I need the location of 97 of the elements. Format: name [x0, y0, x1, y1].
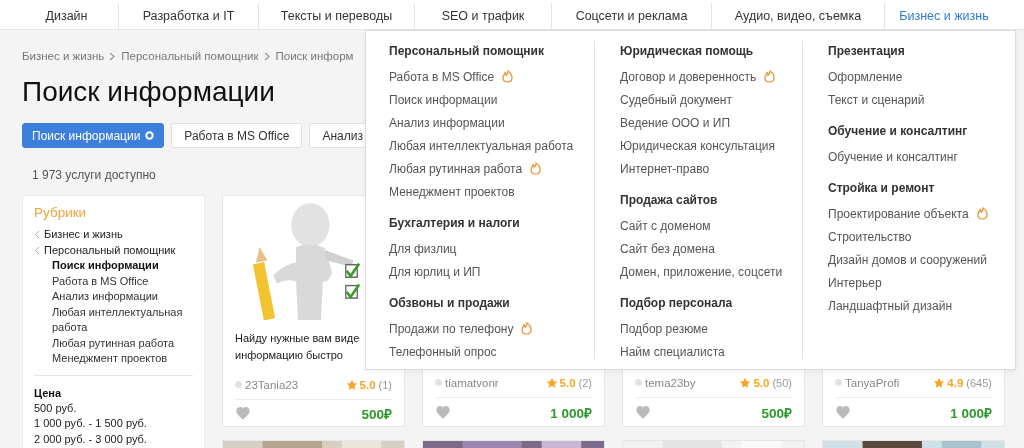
menu-item[interactable]: Ведение ООО и ИП	[620, 115, 731, 130]
menu-item[interactable]: Домен, приложение, соцсети	[620, 264, 783, 279]
heart-icon[interactable]	[235, 406, 251, 421]
breadcrumb-link[interactable]: Персональный помощник	[121, 50, 259, 62]
category-link[interactable]: Любая интеллектуальная работа	[34, 304, 193, 336]
price: 500₽	[761, 405, 792, 423]
category-tab[interactable]: SEO и трафик	[415, 3, 552, 29]
parent-category-link[interactable]: Бизнес и жизнь	[34, 226, 193, 242]
menu-item[interactable]: Менеджмент проектов	[389, 184, 515, 199]
menu-item[interactable]: Юридическая консультация	[620, 138, 775, 153]
page-title: Поиск информации	[22, 75, 275, 109]
menu-item[interactable]: Поиск информации	[389, 92, 498, 107]
menu-item[interactable]: Сайт без домена	[620, 241, 715, 256]
result-count: 1 973 услуги доступно	[32, 168, 156, 184]
review-count: (1)	[378, 378, 392, 391]
menu-item[interactable]: Найм специалиста	[620, 344, 725, 359]
rating-value: 5.0	[559, 376, 576, 389]
menu-group-title: Подбор персонала	[620, 295, 734, 312]
seller-name[interactable]: 23Tania23	[245, 378, 346, 391]
menu-item[interactable]: Любая рутинная работа	[389, 161, 523, 176]
menu-item[interactable]: Дизайн домов и сооружений	[828, 252, 987, 267]
menu-group-title: Стройка и ремонт	[828, 180, 936, 197]
status-dot	[635, 379, 642, 387]
status-dot	[835, 379, 842, 387]
card-title[interactable]: Найду нужные вам виде	[235, 330, 360, 347]
review-count: (645)	[966, 376, 992, 389]
menu-item[interactable]: Проектирование объекта	[828, 206, 969, 221]
star-icon	[345, 378, 358, 391]
menu-group-title: Презентация	[828, 43, 906, 60]
menu-group-title: Обучение и консалтинг	[828, 123, 969, 140]
star-icon	[739, 376, 752, 389]
category-tab[interactable]: Разработка и IT	[119, 3, 259, 29]
star-icon	[545, 376, 558, 389]
menu-item[interactable]: Интерьер	[828, 275, 882, 290]
menu-item[interactable]: Для физлиц	[389, 241, 457, 256]
menu-item[interactable]: Судебный документ	[620, 92, 732, 107]
category-tab[interactable]: Бизнес и жизнь	[885, 3, 1003, 29]
heart-icon[interactable]	[635, 406, 651, 421]
category-link[interactable]: Поиск информации	[34, 258, 193, 274]
category-link[interactable]: Анализ информации	[34, 289, 193, 305]
category-link[interactable]: Любая рутинная работа	[34, 335, 193, 351]
status-dot	[235, 381, 242, 389]
menu-item[interactable]: Любая интеллектуальная работа	[389, 138, 574, 153]
filter-chip[interactable]: Поиск информации	[22, 123, 165, 148]
menu-item[interactable]: Интернет-право	[620, 161, 710, 176]
menu-item[interactable]: Продажи по телефону	[389, 321, 514, 336]
status-dot	[435, 379, 442, 387]
price: 1 000₽	[950, 405, 992, 423]
breadcrumb-link[interactable]: Бизнес и жизнь	[22, 50, 105, 62]
menu-item[interactable]: Текст и сценарий	[828, 92, 925, 107]
menu-item[interactable]: Для юрлиц и ИП	[389, 264, 481, 279]
remove-icon[interactable]	[145, 131, 155, 140]
menu-group-title: Бухгалтерия и налоги	[389, 215, 521, 232]
price-filter-link[interactable]: 500 руб.	[34, 400, 193, 416]
price: 1 000₽	[550, 405, 592, 423]
heart-icon[interactable]	[835, 406, 851, 421]
heart-icon[interactable]	[435, 406, 451, 421]
menu-item[interactable]: Оформление	[828, 69, 903, 84]
rating-value: 4.9	[947, 376, 964, 389]
card-title[interactable]: информацию быстро	[235, 347, 343, 364]
seller-name[interactable]: tema23by	[645, 376, 740, 389]
menu-item[interactable]: Подбор резюме	[620, 321, 708, 336]
category-tab[interactable]: Дизайн	[15, 3, 119, 29]
menu-item[interactable]: Строительство	[828, 229, 912, 244]
menu-item[interactable]: Ландшафтный дизайн	[828, 298, 953, 313]
category-tab[interactable]: Аудио, видео, съемка	[712, 3, 885, 29]
menu-item[interactable]: Сайт с доменом	[620, 218, 711, 233]
category-tab[interactable]: Тексты и переводы	[259, 3, 415, 29]
category-tab[interactable]: Соцсети и реклама	[552, 3, 712, 29]
menu-group-title: Персональный помощник	[389, 43, 545, 60]
price: 500₽	[361, 405, 392, 423]
chevron-icon	[263, 51, 271, 61]
review-count: (50)	[772, 376, 792, 389]
parent-category-link[interactable]: Персональный помощник	[34, 242, 193, 258]
menu-item[interactable]: Анализ информации	[389, 115, 505, 130]
price-filter-link[interactable]: 2 000 руб. - 3 000 руб.	[34, 431, 193, 447]
category-link[interactable]: Работа в MS Office	[34, 273, 193, 289]
menu-item[interactable]: Обучение и консалтинг	[828, 149, 958, 164]
menu-item[interactable]: Телефонный опрос	[389, 344, 497, 359]
seller-name[interactable]: tiamatvonr	[445, 376, 546, 389]
chevron-icon	[109, 51, 117, 61]
menu-item[interactable]: Договор и доверенность	[620, 69, 757, 84]
filter-chip[interactable]: Работа в MS Office	[171, 123, 303, 148]
sidebar-title: Рубрики	[34, 205, 88, 220]
star-icon	[933, 376, 946, 389]
rating-value: 5.0	[359, 378, 376, 391]
seller-name[interactable]: TanyaProfi	[845, 376, 934, 389]
breadcrumb-link[interactable]: Поиск информ	[275, 50, 354, 62]
review-count: (2)	[578, 376, 592, 389]
rating-value: 5.0	[753, 376, 770, 389]
menu-group-title: Продажа сайтов	[620, 192, 719, 209]
price-filter-link[interactable]: 1 000 руб. - 1 500 руб.	[34, 416, 193, 432]
price-heading: Цена	[34, 385, 63, 401]
menu-item[interactable]: Работа в MS Office	[389, 69, 495, 84]
menu-group-title: Обзвоны и продажи	[389, 295, 511, 312]
menu-group-title: Юридическая помощь	[620, 43, 755, 60]
category-link[interactable]: Менеджмент проектов	[34, 351, 193, 367]
